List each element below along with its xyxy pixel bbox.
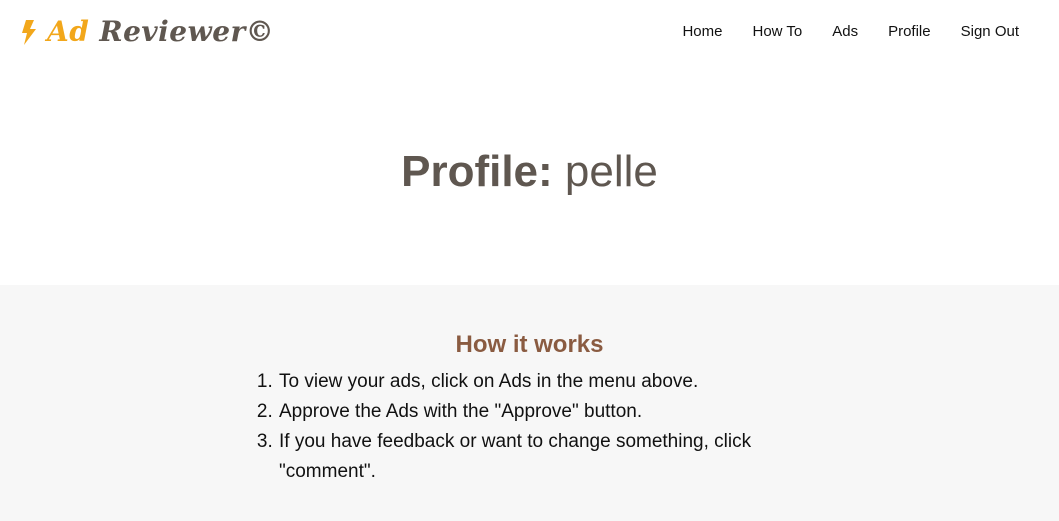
profile-username: pelle: [564, 147, 658, 196]
how-it-works-section: How it works To view your ads, click on …: [0, 285, 1059, 521]
top-navbar: Ad Reviewer© Home How To Ads Profile Sig…: [0, 0, 1059, 64]
profile-label: Profile:: [401, 147, 553, 196]
nav-link-profile[interactable]: Profile: [888, 21, 931, 43]
page-title: Profile: pelle: [0, 146, 1059, 198]
nav-link-ads[interactable]: Ads: [832, 21, 858, 43]
main-nav: Home How To Ads Profile Sign Out: [682, 21, 1019, 43]
list-item: To view your ads, click on Ads in the me…: [278, 367, 798, 397]
logo-text-reviewer: Reviewer©: [99, 15, 275, 48]
nav-link-home[interactable]: Home: [682, 21, 722, 43]
list-item: Approve the Ads with the "Approve" butto…: [278, 397, 798, 427]
logo-text-ad: Ad: [47, 15, 90, 48]
logo[interactable]: Ad Reviewer©: [19, 14, 274, 50]
how-it-works-title: How it works: [455, 331, 604, 358]
profile-hero: Profile: pelle: [0, 64, 1059, 285]
nav-link-how-to[interactable]: How To: [752, 21, 802, 43]
lightning-bolt-icon: [22, 20, 36, 45]
list-item: If you have feedback or want to change s…: [278, 427, 798, 487]
nav-link-sign-out[interactable]: Sign Out: [961, 21, 1019, 43]
steps-list: To view your ads, click on Ads in the me…: [254, 367, 798, 487]
